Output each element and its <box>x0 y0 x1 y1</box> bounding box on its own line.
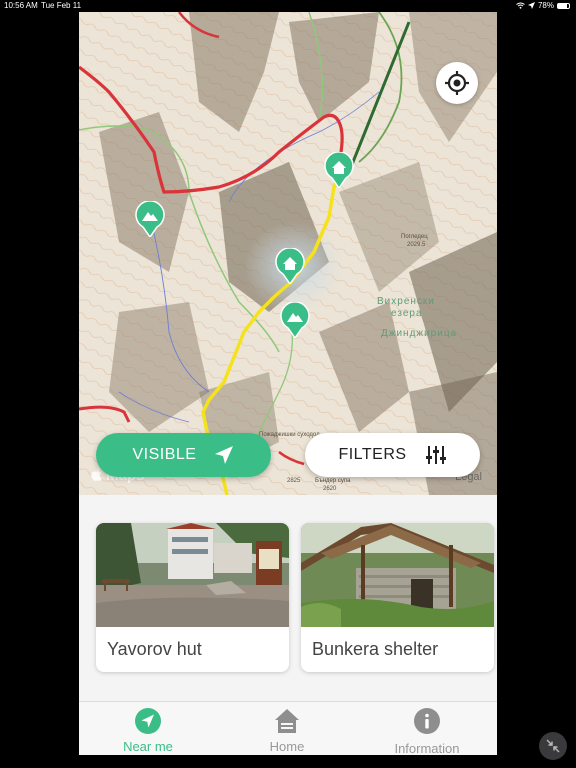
map-label-peak-2: Пожаджишки суходол <box>259 432 320 438</box>
place-photo <box>96 523 289 627</box>
tab-information[interactable]: Information <box>367 702 487 755</box>
house-icon <box>324 151 354 190</box>
navigation-arrow-icon <box>135 708 161 734</box>
tab-label: Information <box>394 741 460 755</box>
map-label-peak-1-elev: 2029.5 <box>407 242 426 248</box>
place-card[interactable]: Bunkera shelter <box>301 523 494 672</box>
visible-button[interactable]: VISIBLE <box>96 433 271 477</box>
battery-fill <box>558 3 567 8</box>
mountain-icon <box>135 200 165 239</box>
tab-near-me[interactable]: Near me <box>88 702 208 755</box>
map-label-peak-1: Погледец <box>401 234 428 240</box>
map-label-peak-3-elev: 2620 <box>323 486 337 492</box>
place-name: Yavorov hut <box>107 639 202 659</box>
map-label-lakes-2: езера <box>391 308 423 319</box>
peak-marker[interactable] <box>280 301 310 340</box>
filters-button[interactable]: FILTERS <box>305 433 480 477</box>
place-name: Bunkera shelter <box>312 639 439 659</box>
app-window: Погледец 2029.5 Вихренски езера Джинджир… <box>79 12 497 755</box>
collapse-arrows-icon <box>546 739 560 753</box>
hut-marker[interactable] <box>324 151 354 190</box>
visible-button-label: VISIBLE <box>132 446 197 463</box>
collapse-button[interactable] <box>539 732 567 760</box>
status-date: Tue Feb 11 <box>41 1 82 10</box>
map-view[interactable]: Погледец 2029.5 Вихренски езера Джинджир… <box>79 12 497 495</box>
tab-bar: Near me Home Information <box>79 701 497 755</box>
status-indicators: 78% <box>516 1 570 10</box>
apple-logo-icon <box>91 468 102 481</box>
info-icon <box>414 708 440 734</box>
filters-button-label: FILTERS <box>338 446 407 463</box>
locate-crosshair-icon <box>445 71 469 95</box>
location-arrow-icon <box>527 2 535 9</box>
map-label-peak-2-elev: 2825 <box>287 478 301 484</box>
house-icon <box>275 709 299 733</box>
tab-label: Home <box>269 739 305 754</box>
place-card[interactable]: Yavorov hut <box>96 523 289 672</box>
tab-label: Near me <box>123 739 173 754</box>
tab-home[interactable]: Home <box>227 702 347 755</box>
peak-marker[interactable] <box>135 200 165 239</box>
place-photo <box>301 523 494 627</box>
house-icon <box>275 247 305 286</box>
locate-button[interactable] <box>436 62 478 104</box>
sliders-icon <box>425 446 446 464</box>
navigation-arrow-icon <box>215 446 234 464</box>
status-bar: 10:56 AM Tue Feb 11 78% <box>0 0 576 12</box>
map-label-peak-3: Бъндер супа <box>315 478 351 484</box>
status-time: 10:56 AM <box>4 1 38 10</box>
battery-percent: 78% <box>537 1 554 10</box>
mountain-icon <box>280 301 310 340</box>
battery-icon <box>557 2 570 9</box>
map-label-lakes-3: Джинджирица <box>381 328 458 339</box>
wifi-icon <box>516 2 525 9</box>
map-label-lakes-1: Вихренски <box>377 296 435 307</box>
hut-marker[interactable] <box>275 247 305 286</box>
nearby-places: Yavorov hut Bunkera shelter <box>79 495 497 701</box>
